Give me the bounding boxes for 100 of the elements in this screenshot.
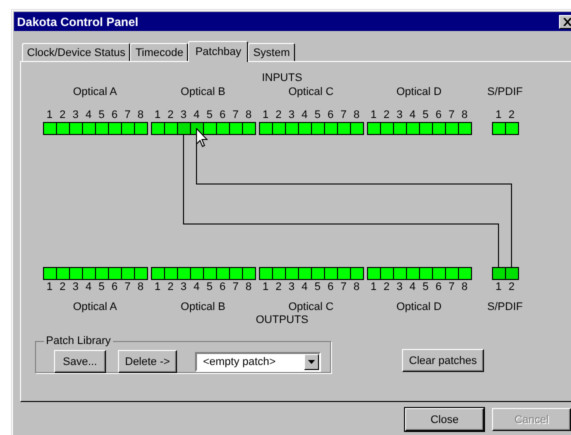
input-port[interactable] [242,122,256,135]
input-port[interactable] [164,122,178,135]
outputs-heading: OUTPUTS [256,314,308,326]
output-port[interactable] [164,267,178,280]
output-port[interactable] [505,267,519,280]
output-port[interactable] [82,267,96,280]
port-number: 8 [244,281,253,294]
group-label: S/PDIF [487,300,523,314]
input-port[interactable] [393,122,407,135]
output-port[interactable] [69,267,83,280]
library-button[interactable]: Save... [54,350,106,373]
library-button[interactable]: Delete -> [118,350,177,373]
output-port[interactable] [56,267,70,280]
input-port[interactable] [367,122,381,135]
output-port[interactable] [350,267,364,280]
output-port[interactable] [298,267,312,280]
port-number: 2 [274,281,283,294]
port-number: 3 [287,109,296,122]
input-port[interactable] [56,122,70,135]
output-port[interactable] [380,267,394,280]
input-port[interactable] [311,122,325,135]
close-button[interactable] [559,14,571,28]
port-number: 7 [123,281,132,294]
output-port[interactable] [432,267,446,280]
input-port[interactable] [229,122,243,135]
input-port[interactable] [177,122,191,135]
input-port[interactable] [95,122,109,135]
output-port[interactable] [134,267,148,280]
input-port[interactable] [406,122,420,135]
output-port[interactable] [259,267,273,280]
input-port[interactable] [259,122,273,135]
output-port[interactable] [311,267,325,280]
output-port[interactable] [492,267,506,280]
input-port[interactable] [505,122,519,135]
input-port[interactable] [216,122,230,135]
tab[interactable]: System [248,43,295,61]
port-number: 1 [494,281,503,294]
output-port[interactable] [458,267,472,280]
output-port[interactable] [229,267,243,280]
tab[interactable]: Patchbay [188,41,248,62]
port-number: 7 [231,109,240,122]
input-port[interactable] [419,122,433,135]
input-port[interactable] [69,122,83,135]
tab[interactable]: Timecode [130,43,188,61]
output-port[interactable] [337,267,351,280]
port-number: 2 [166,109,175,122]
output-port[interactable] [203,267,217,280]
output-port[interactable] [216,267,230,280]
output-port[interactable] [177,267,191,280]
port-number: 2 [507,109,516,122]
port-number: 2 [166,281,175,294]
port-number: 4 [408,281,417,294]
port-number: 2 [274,109,283,122]
port-number: 1 [261,109,270,122]
output-port[interactable] [121,267,135,280]
input-port[interactable] [108,122,122,135]
input-port[interactable] [337,122,351,135]
clear-patches-button[interactable]: Clear patches [402,349,484,372]
input-port[interactable] [492,122,506,135]
output-port[interactable] [108,267,122,280]
input-port[interactable] [82,122,96,135]
port-number: 6 [326,281,335,294]
output-port[interactable] [190,267,204,280]
input-port[interactable] [458,122,472,135]
dialog-button[interactable]: Close [405,408,484,431]
output-port[interactable] [43,267,57,280]
output-port[interactable] [285,267,299,280]
input-port[interactable] [272,122,286,135]
port-number: 3 [287,281,296,294]
input-port[interactable] [445,122,459,135]
input-port[interactable] [298,122,312,135]
port-number: 6 [434,109,443,122]
input-port[interactable] [151,122,165,135]
output-port[interactable] [367,267,381,280]
input-port[interactable] [134,122,148,135]
input-port[interactable] [121,122,135,135]
input-port[interactable] [432,122,446,135]
input-port[interactable] [43,122,57,135]
window-title: Dakota Control Panel [17,14,138,28]
input-port[interactable] [350,122,364,135]
input-port[interactable] [324,122,338,135]
output-port[interactable] [242,267,256,280]
port-number: 5 [205,281,214,294]
output-port[interactable] [419,267,433,280]
port-number: 5 [205,109,214,122]
inputs-heading: INPUTS [262,72,302,84]
group-label: Optical B [180,300,226,314]
output-port[interactable] [151,267,165,280]
port-number: 1 [45,281,54,294]
tab[interactable]: Clock/Device Status [22,43,130,61]
input-port[interactable] [380,122,394,135]
output-port[interactable] [272,267,286,280]
output-port[interactable] [95,267,109,280]
patch-dropdown[interactable]: <empty patch> [194,352,321,372]
output-port[interactable] [324,267,338,280]
output-port[interactable] [445,267,459,280]
port-number: 4 [300,281,309,294]
input-port[interactable] [285,122,299,135]
output-port[interactable] [406,267,420,280]
output-port[interactable] [393,267,407,280]
